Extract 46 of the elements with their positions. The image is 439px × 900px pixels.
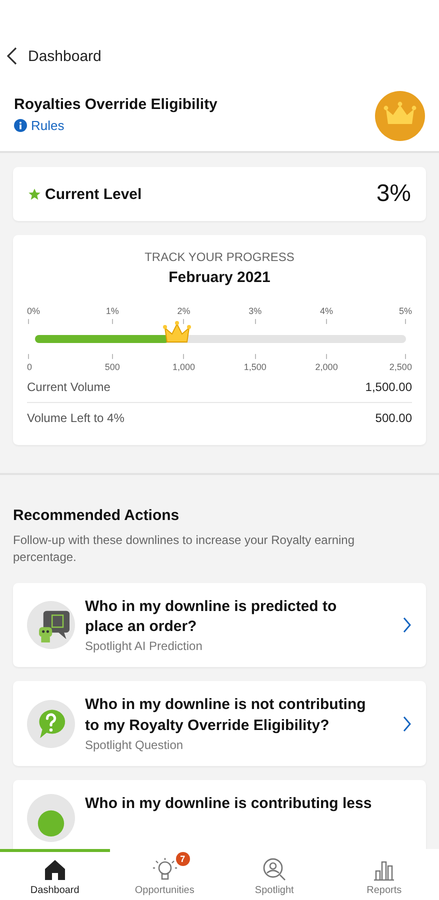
tick-label: 2,500: [389, 362, 412, 372]
level-label: Current Level: [45, 186, 142, 202]
volume-value: 1,500.00: [365, 380, 412, 394]
tick-label: 4%: [320, 306, 334, 316]
tick-label: 1%: [106, 306, 119, 316]
action-title: Who in my downline is contributing less: [85, 794, 373, 814]
tick-label: 1,000: [172, 362, 196, 372]
tick-label: 0: [27, 362, 32, 372]
period-label: February 2021: [168, 269, 272, 286]
volume-label: Current Volume: [27, 380, 110, 394]
question-bubble-icon: [27, 700, 75, 748]
tick-label: 500: [104, 362, 120, 372]
tick-label: 2,000: [315, 362, 338, 372]
tick-label: 3%: [248, 306, 262, 316]
back-link[interactable]: Dashboard: [28, 48, 102, 64]
crown-icon: [162, 320, 191, 344]
action-icon: [27, 794, 75, 842]
lightbulb-icon: [152, 856, 178, 882]
action-subtitle: Spotlight AI Prediction: [85, 639, 204, 654]
action-card[interactable]: Who in my downline is predicted to place an order? Spotlight AI Prediction: [13, 582, 426, 668]
action-card[interactable]: Who in my downline is not contributing to my Royalty Override Eligibility? Spotlight Question: [13, 681, 426, 766]
page-title: Royalties Override Eligibility: [14, 96, 218, 112]
action-card[interactable]: Who in my downline is contributing less: [13, 780, 426, 850]
tick-label: 0%: [27, 306, 40, 316]
level-value: 3%: [376, 180, 411, 208]
volume-label: Volume Left to 4%: [27, 411, 124, 425]
chevron-right-icon: [402, 714, 412, 733]
progress-heading: TRACK YOUR PROGRESS: [144, 250, 296, 264]
action-title: Who in my downline is predicted to place an order?: [85, 596, 338, 638]
chevron-right-icon: [402, 616, 412, 634]
tick-label: 5%: [398, 306, 412, 316]
section-description: Follow-up with these downlines to increase your Royalty earning percentage.: [13, 532, 356, 566]
section-title: Recommended Actions: [13, 507, 180, 524]
robot-chat-icon: [27, 601, 75, 650]
notification-badge: 7: [176, 852, 190, 866]
tick-label: 2%: [177, 306, 190, 316]
back-icon: [6, 46, 18, 66]
search-icon: [261, 856, 288, 882]
action-title: Who in my downline is not contributing to my Royalty Override Eligibility?: [85, 695, 367, 736]
info-icon: [14, 118, 27, 132]
tick-label: 1,500: [244, 362, 266, 372]
star-icon: [28, 188, 41, 200]
crown-badge-icon: [375, 91, 425, 141]
action-subtitle: Spotlight Question: [85, 738, 184, 752]
volume-value: 500.00: [375, 411, 412, 425]
rules-link[interactable]: Rules: [14, 118, 64, 132]
